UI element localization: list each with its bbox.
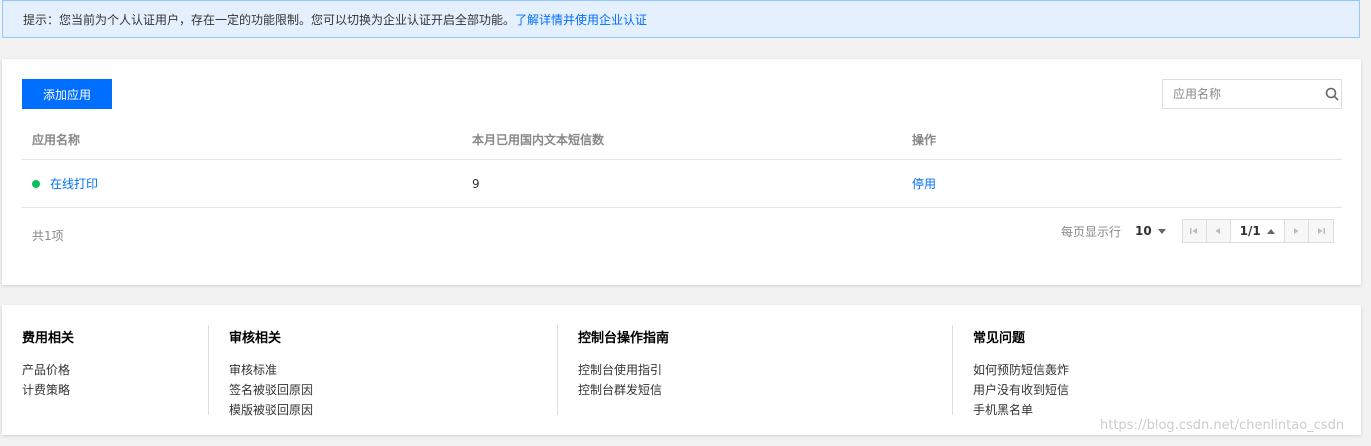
sms-count: 9 bbox=[472, 176, 480, 191]
footer-link[interactable]: 手机黑名单 bbox=[973, 400, 1069, 420]
app-table: 应用名称 本月已用国内文本短信数 操作 在线打印 9 停用 bbox=[22, 119, 1342, 208]
page-indicator: 1/1 bbox=[1239, 224, 1261, 238]
add-app-button[interactable]: 添加应用 bbox=[22, 79, 112, 109]
chevron-down-icon bbox=[1157, 228, 1166, 234]
footer-column-console-guide: 控制台操作指南 控制台使用指引 控制台群发短信 bbox=[578, 325, 669, 415]
next-page-button[interactable] bbox=[1284, 220, 1309, 242]
per-page-select[interactable]: 10 bbox=[1135, 224, 1166, 238]
divider bbox=[557, 325, 558, 415]
app-list-card: 添加应用 应用名称 本月已用国内文本短信数 操作 在线打印 9 停用 共1项 每… bbox=[2, 59, 1361, 285]
footer-title: 费用相关 bbox=[22, 331, 75, 346]
status-dot-icon bbox=[32, 179, 40, 188]
last-page-button[interactable] bbox=[1308, 220, 1333, 242]
notice-banner: 提示：您当前为个人认证用户，存在一定的功能限制。您可以切换为企业认证开启全部功能… bbox=[2, 0, 1360, 38]
footer-link[interactable]: 模版被驳回原因 bbox=[229, 400, 313, 420]
pagination: 每页显示行 10 1/1 bbox=[1061, 219, 1334, 243]
column-header-count: 本月已用国内文本短信数 bbox=[472, 132, 605, 147]
footer-link[interactable]: 签名被驳回原因 bbox=[229, 380, 313, 400]
per-page-value: 10 bbox=[1135, 224, 1152, 238]
footer-link[interactable]: 计费策略 bbox=[22, 380, 74, 400]
footer-link[interactable]: 如何预防短信轰炸 bbox=[973, 360, 1069, 380]
chevron-up-icon bbox=[1266, 228, 1275, 234]
footer-link[interactable]: 审核标准 bbox=[229, 360, 313, 380]
first-page-button[interactable] bbox=[1182, 220, 1207, 242]
footer-title: 审核相关 bbox=[229, 331, 282, 346]
footer-column-pricing: 费用相关 产品价格 计费策略 bbox=[22, 325, 74, 415]
footer-title: 常见问题 bbox=[973, 331, 1026, 346]
footer-link[interactable]: 用户没有收到短信 bbox=[973, 380, 1069, 400]
search-box bbox=[1162, 79, 1342, 109]
app-name-link[interactable]: 在线打印 bbox=[50, 175, 98, 192]
footer-column-faq: 常见问题 如何预防短信轰炸 用户没有收到短信 手机黑名单 bbox=[973, 325, 1069, 417]
search-input[interactable] bbox=[1163, 80, 1323, 108]
column-header-action: 操作 bbox=[912, 132, 937, 147]
page-nav: 1/1 bbox=[1181, 219, 1334, 243]
notice-text: 提示：您当前为个人认证用户，存在一定的功能限制。您可以切换为企业认证开启全部功能… bbox=[23, 12, 516, 27]
total-count: 共1项 bbox=[32, 229, 64, 243]
help-footer: 费用相关 产品价格 计费策略 审核相关 审核标准 签名被驳回原因 模版被驳回原因… bbox=[2, 305, 1361, 435]
footer-title: 控制台操作指南 bbox=[578, 331, 670, 346]
footer-column-review: 审核相关 审核标准 签名被驳回原因 模版被驳回原因 bbox=[229, 325, 313, 417]
notice-link[interactable]: 了解详情并使用企业认证 bbox=[515, 11, 647, 28]
column-header-name: 应用名称 bbox=[32, 132, 81, 147]
prev-page-button[interactable] bbox=[1206, 220, 1231, 242]
footer-link[interactable]: 控制台群发短信 bbox=[578, 380, 669, 400]
divider bbox=[208, 325, 209, 415]
footer-link[interactable]: 产品价格 bbox=[22, 360, 74, 380]
table-header: 应用名称 本月已用国内文本短信数 操作 bbox=[22, 119, 1342, 160]
footer-link[interactable]: 控制台使用指引 bbox=[578, 360, 669, 380]
divider bbox=[952, 325, 953, 415]
search-icon[interactable] bbox=[1323, 87, 1341, 101]
table-row: 在线打印 9 停用 bbox=[22, 160, 1342, 208]
per-page-label: 每页显示行 bbox=[1061, 224, 1122, 239]
page-selector[interactable]: 1/1 bbox=[1230, 220, 1285, 242]
watermark: https://blog.csdn.net/chenlintao_csdn bbox=[1100, 418, 1345, 433]
disable-app-link[interactable]: 停用 bbox=[912, 177, 936, 191]
